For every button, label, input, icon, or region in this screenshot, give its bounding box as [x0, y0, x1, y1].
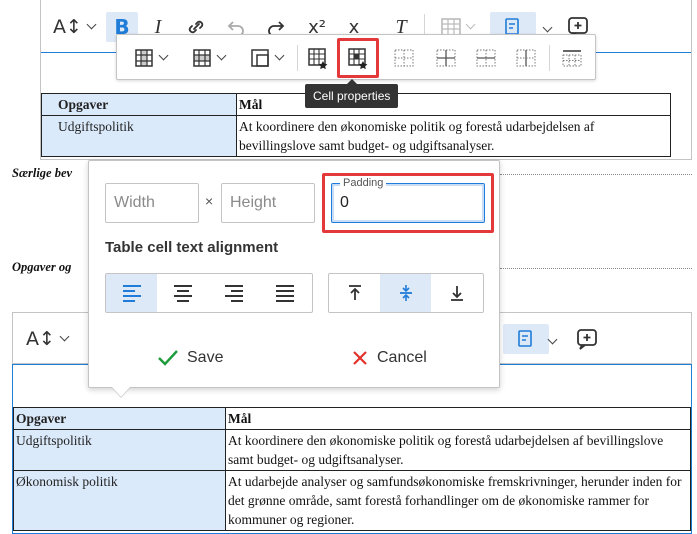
- table-cell[interactable]: Udgiftspolitik: [41, 115, 237, 157]
- align-middle-button[interactable]: [380, 274, 431, 312]
- add-comment-icon[interactable]: [573, 324, 601, 354]
- border-icon: [476, 49, 496, 67]
- border-icon: [436, 49, 456, 67]
- vertical-alignment-group: [328, 273, 484, 313]
- align-left-button[interactable]: [106, 274, 157, 312]
- table-cell-header[interactable]: Opgaver: [41, 93, 237, 116]
- align-bottom-button[interactable]: [431, 274, 482, 312]
- table-column-icon: [134, 49, 153, 67]
- merge-cells-icon: [250, 49, 269, 67]
- dimension-separator: ×: [205, 193, 214, 209]
- writing-assistant-dropdown[interactable]: [545, 324, 559, 354]
- table-properties-icon: [308, 48, 328, 69]
- table-row-icon: [192, 49, 211, 67]
- text-size-button[interactable]: A↕: [21, 324, 73, 354]
- cancel-label: Cancel: [377, 349, 427, 366]
- table-cell[interactable]: At koordinere den økonomiske politik og …: [225, 429, 691, 471]
- cancel-button[interactable]: Cancel: [351, 343, 427, 373]
- align-left-icon: [122, 282, 141, 305]
- cell-properties-panel: Width × Height Padding 0 Table cell text…: [88, 160, 500, 388]
- table-properties-button[interactable]: [303, 43, 333, 73]
- table-borders-icon: [562, 50, 582, 67]
- align-justify-icon: [275, 282, 294, 305]
- border-icon: [394, 49, 414, 67]
- align-bottom-icon: [450, 286, 463, 301]
- bottom-table[interactable]: Opgaver Mål Udgiftspolitik At koordinere…: [13, 407, 691, 531]
- horizontal-alignment-group: [105, 273, 313, 313]
- close-icon: [353, 351, 367, 365]
- table-cell-header[interactable]: Mål: [225, 407, 691, 430]
- table-cell[interactable]: Økonomisk politik: [13, 470, 226, 531]
- align-center-icon: [173, 282, 192, 305]
- cell-properties-tooltip: Cell properties: [305, 79, 399, 108]
- table-cell[interactable]: At koordinere den økonomiske politik og …: [236, 115, 671, 157]
- cell-border-top-button[interactable]: [389, 43, 419, 73]
- text-size-icon: A↕: [53, 16, 82, 38]
- alignment-title: Table cell text alignment: [105, 239, 279, 256]
- cell-properties-highlight: [337, 38, 379, 78]
- table-cell[interactable]: Udgiftspolitik: [13, 429, 226, 471]
- padding-highlight: [322, 173, 494, 233]
- text-size-icon: A↕: [26, 328, 55, 350]
- save-button[interactable]: Save: [157, 343, 223, 373]
- cell-height-field[interactable]: Height: [221, 183, 315, 223]
- text-size-button[interactable]: A↕: [48, 12, 100, 42]
- merge-cells-button[interactable]: [243, 43, 289, 73]
- body-text-line: Særlige bev: [12, 166, 73, 180]
- align-right-icon: [224, 282, 243, 305]
- cell-border-vertical-button[interactable]: [511, 43, 541, 73]
- cell-border-horizontal-button[interactable]: [471, 43, 501, 73]
- table-row-button[interactable]: [185, 43, 231, 73]
- table-cell-header[interactable]: Mål: [236, 93, 671, 116]
- check-icon: [158, 350, 178, 366]
- cell-border-inner-button[interactable]: [431, 43, 461, 73]
- align-justify-button[interactable]: [259, 274, 310, 312]
- table-column-button[interactable]: [127, 43, 173, 73]
- align-middle-icon: [399, 285, 412, 301]
- table-borders-button[interactable]: [557, 43, 587, 73]
- cell-width-field[interactable]: Width: [105, 183, 199, 223]
- border-icon: [516, 49, 536, 67]
- align-top-button[interactable]: [329, 274, 380, 312]
- align-right-button[interactable]: [208, 274, 259, 312]
- align-top-icon: [348, 285, 361, 300]
- table-toolbar: [116, 34, 596, 80]
- align-center-button[interactable]: [157, 274, 208, 312]
- table-cell[interactable]: At udarbejde analyser og samfundsøkonomi…: [225, 470, 691, 531]
- panel-pointer: [112, 387, 130, 397]
- body-text-line: Opgaver og: [12, 260, 72, 274]
- save-label: Save: [187, 349, 224, 366]
- writing-assistant-button[interactable]: [503, 324, 549, 354]
- table-cell-header[interactable]: Opgaver: [13, 407, 226, 430]
